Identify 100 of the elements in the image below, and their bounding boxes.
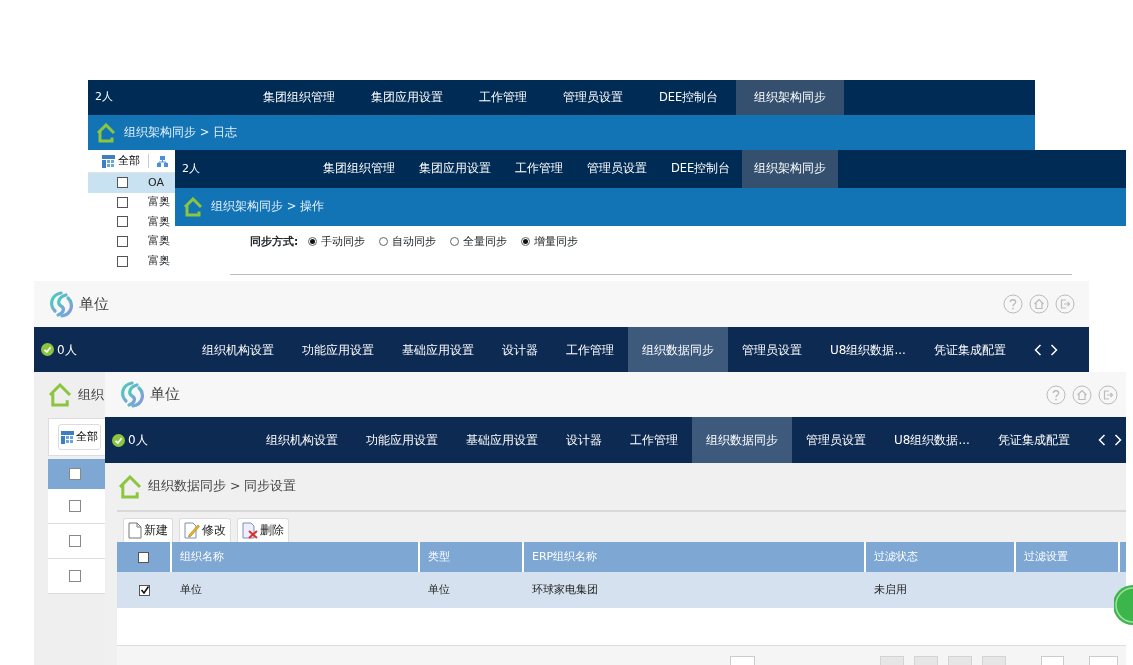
app-title: 单位 [150,384,180,406]
home-icon[interactable] [1029,294,1049,314]
user-count: 2人 [94,89,114,106]
table-row[interactable]: 单位 单位 环球家电集团 未启用 [117,572,1126,608]
check-circle-icon [41,343,54,356]
chevron-left-icon[interactable] [1033,343,1042,356]
nav-tab[interactable]: 组织机构设置 [188,327,288,372]
page-field[interactable] [730,656,755,665]
radio-option[interactable]: 增量同步 [521,234,579,250]
nav-tab[interactable]: 管理员设置 [575,150,659,188]
nav-tab[interactable]: 组织架构同步 [736,80,845,115]
floating-circle-icon[interactable] [1114,585,1133,625]
nav-tab[interactable]: 工作管理 [503,150,575,188]
nav-tab[interactable]: 集团应用设置 [407,150,503,188]
table-cell-text: 环球家电集团 [531,581,599,598]
breadcrumb-text: 组织架构同步 > 日志 [124,123,237,141]
nav-tab[interactable]: 组织数据同步 [628,327,728,372]
checkbox[interactable] [139,584,150,596]
checkbox[interactable] [117,236,128,248]
nav-tab[interactable]: 设计器 [488,327,552,372]
page-field[interactable] [1041,656,1064,665]
nav-tab[interactable]: 管理员设置 [545,80,641,115]
table-cell-text: 单位 [179,581,203,598]
home-icon [96,122,116,143]
chevron-right-icon[interactable] [1049,343,1058,356]
radio-option[interactable]: 自动同步 [379,234,437,250]
help-icon[interactable] [1003,294,1023,314]
chevron-right-icon[interactable] [1113,434,1122,446]
checkbox[interactable] [69,500,81,512]
edit-icon [184,522,200,539]
user-count: 0人 [57,341,77,359]
checkbox[interactable] [69,535,81,547]
list-row[interactable]: OA [88,173,175,193]
nav-tab[interactable]: 设计器 [552,417,616,463]
checkbox[interactable] [117,216,128,228]
list-row[interactable]: 富奥 [88,231,175,252]
row-text: 富奥 [148,213,170,230]
nav-tab[interactable]: 集团组织管理 [311,150,407,188]
nav-tab[interactable]: 组织机构设置 [252,417,352,463]
page-field[interactable] [1089,656,1118,665]
nav-tab[interactable]: 管理员设置 [728,327,816,372]
logout-icon[interactable] [1055,294,1075,314]
nav-tab[interactable]: 工作管理 [552,327,628,372]
nav-tab[interactable]: 基础应用设置 [452,417,552,463]
toolbar-button[interactable]: 新建 [123,518,173,542]
checkbox[interactable] [69,468,81,480]
delete-icon [242,522,258,539]
home-icon [118,474,142,499]
list-row[interactable]: 富奥 [88,212,175,232]
user-count: 2人 [181,160,201,177]
logout-icon[interactable] [1098,384,1118,405]
nav-tab[interactable]: DEE控制台 [641,80,737,115]
nav-tab[interactable]: 工作管理 [616,417,692,463]
row-text: 富奥 [148,233,170,250]
home-icon [48,383,72,407]
breadcrumb-text: 组织数据同步 > 同步设置 [148,477,297,496]
nav-tab[interactable]: DEE控制台 [659,150,743,188]
nav-tab[interactable]: 组织数据同步 [692,417,792,463]
org-chart-icon [157,155,168,167]
help-icon[interactable] [1046,384,1066,405]
grid-icon [61,430,74,444]
list-row[interactable]: 富奥 [88,192,175,213]
checkbox[interactable] [117,255,128,267]
radio-option[interactable]: 手动同步 [308,234,366,250]
nav-tab[interactable]: 基础应用设置 [388,327,488,372]
list-row[interactable]: 富奥 [88,251,175,271]
field-label: 同步方式: [250,234,299,249]
user-count: 0人 [128,432,148,449]
toolbar-button[interactable]: 删除 [237,518,289,542]
home-icon[interactable] [1072,384,1092,405]
home-icon [183,197,203,217]
nav-tab[interactable]: 工作管理 [461,80,545,115]
nav-tab[interactable]: 集团组织管理 [245,80,353,115]
nav-tab[interactable]: 管理员设置 [792,417,880,463]
nav-tab[interactable]: 凭证集成配置 [983,417,1084,463]
document-icon [128,522,142,539]
logo-icon [48,290,75,318]
nav-tab[interactable]: 组织架构同步 [742,150,839,188]
checkbox[interactable] [117,177,128,189]
check-circle-icon [112,433,125,447]
checkbox[interactable] [117,196,128,208]
nav-tab[interactable]: 功能应用设置 [288,327,388,372]
nav-tab[interactable]: U8组织数据... [880,417,984,463]
table-cell-text: 未启用 [873,581,908,598]
nav-tab[interactable]: 凭证集成配置 [919,327,1020,372]
checkbox[interactable] [69,570,81,582]
nav-tab[interactable]: U8组织数据... [816,327,920,372]
app-title: 单位 [79,293,109,315]
breadcrumb-text: 组织架构同步 > 操作 [211,198,324,216]
nav-tab[interactable]: 功能应用设置 [352,417,452,463]
all-button[interactable]: 全部 [58,423,101,451]
breadcrumb-text: 组织 [78,385,104,404]
nav-tab[interactable]: 集团应用设置 [353,80,461,115]
radio-option[interactable]: 全量同步 [450,234,508,250]
logo-icon [119,381,146,408]
toolbar-button[interactable]: 修改 [179,518,231,542]
grid-icon [102,154,115,168]
checkbox[interactable] [138,551,149,563]
chevron-left-icon[interactable] [1097,434,1106,446]
all-button[interactable]: 全部 [102,152,140,170]
